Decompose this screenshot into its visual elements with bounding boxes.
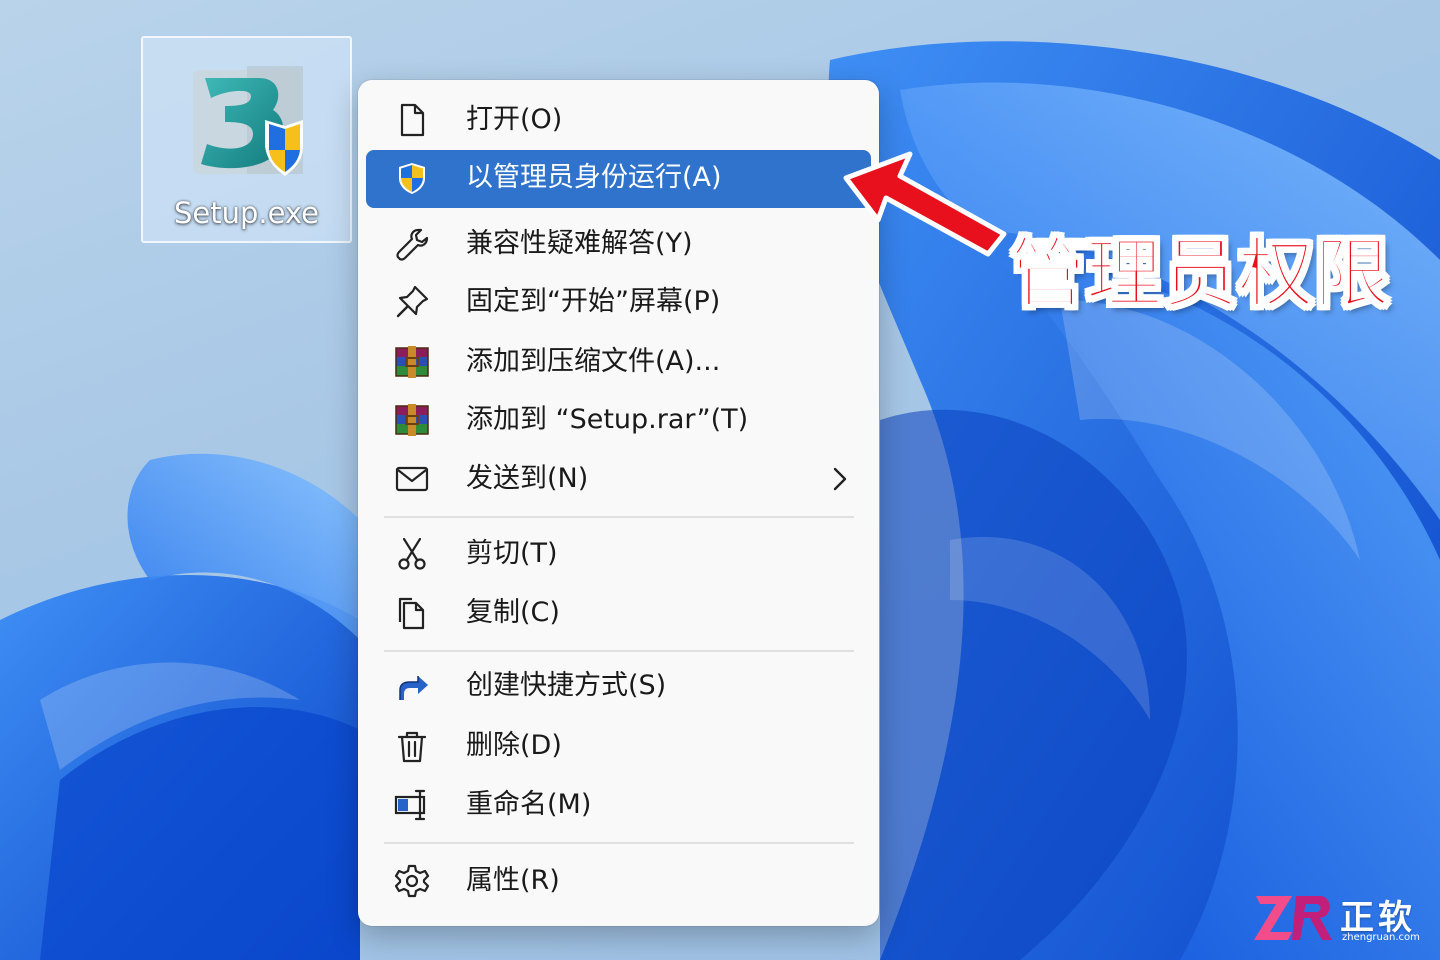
menu-item-label: 固定到“开始”屏幕(P) [466,286,721,317]
copy-icon [394,595,430,631]
menu-separator [384,650,854,652]
uac-shield-icon [394,160,430,196]
menu-item-wrench[interactable]: 兼容性疑难解答(Y) [366,216,871,272]
menu-item-label: 发送到(N) [466,463,589,494]
menu-item-uac-shield-run-as-admin[interactable]: 以管理员身份运行(A) [366,150,871,208]
menu-item-open-file[interactable]: 打开(O) [366,92,871,148]
gear-icon [394,863,430,899]
shortcut-arrow-icon [394,668,430,704]
open-file-icon [394,102,430,138]
watermark: 正软 zhengruan.com [1252,890,1432,950]
menu-item-label: 剪切(T) [466,538,558,569]
desktop-icon-label: Setup.exe [173,196,320,230]
menu-item-trash[interactable]: 删除(D) [366,718,871,774]
menu-item-copy[interactable]: 复制(C) [366,585,871,641]
watermark-url: zhengruan.com [1342,932,1420,943]
menu-item-scissors[interactable]: 剪切(T) [366,526,871,582]
menu-item-winrar[interactable]: 添加到压缩文件(A)... [366,334,871,390]
rename-icon [394,787,430,823]
red-arrow-annotation [843,151,1007,257]
menu-separator [384,516,854,518]
desktop-icon-setup-exe[interactable]: Setup.exe [141,36,352,243]
menu-item-label: 添加到 “Setup.rar”(T) [466,404,749,435]
menu-item-gear[interactable]: 属性(R) [366,853,871,909]
menu-item-label: 属性(R) [466,865,560,896]
menu-item-rename[interactable]: 重命名(M) [366,777,871,833]
winrar-icon [394,344,430,380]
wrench-icon [394,226,430,262]
installer-3-with-uac-shield-icon [193,66,303,176]
context-menu: 打开(O) 以管理员身份运行(A) 兼容性疑难解答(Y) 固定到“开始”屏幕(P) 添加… [358,80,879,926]
menu-item-envelope[interactable]: 发送到(N) [366,451,871,507]
menu-separator [384,842,854,844]
menu-item-shortcut-arrow[interactable]: 创建快捷方式(S) [366,658,871,714]
winrar-icon [394,402,430,438]
menu-item-label: 添加到压缩文件(A)... [466,346,721,377]
menu-item-label: 删除(D) [466,730,562,761]
menu-item-label: 重命名(M) [466,789,592,820]
annotation-admin-rights: 管理员权限 [1009,228,1391,319]
zr-logo-icon [1254,896,1332,940]
menu-item-label: 以管理员身份运行(A) [466,162,722,193]
chevron-right-icon [827,465,853,493]
menu-item-label: 打开(O) [466,104,563,135]
menu-item-winrar[interactable]: 添加到 “Setup.rar”(T) [366,392,871,448]
desktop: Setup.exe 打开(O) 以管理员身份运行(A) 兼容性疑难解答(Y) 固定到“… [0,0,1440,960]
menu-item-pin[interactable]: 固定到“开始”屏幕(P) [366,274,871,330]
menu-item-label: 复制(C) [466,597,560,628]
trash-icon [394,728,430,764]
pin-icon [394,284,430,320]
menu-item-label: 兼容性疑难解答(Y) [466,228,693,259]
menu-item-label: 创建快捷方式(S) [466,670,667,701]
envelope-icon [394,461,430,497]
scissors-icon [394,536,430,572]
